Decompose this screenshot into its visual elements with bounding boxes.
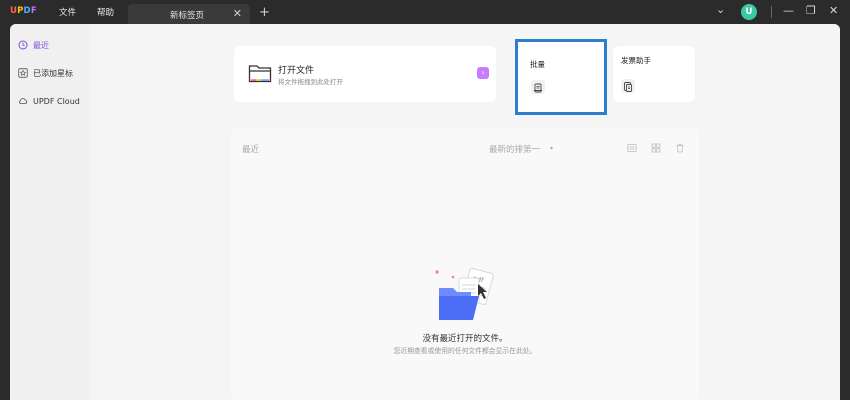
cloud-icon [19, 98, 28, 104]
open-file-card[interactable]: 打开文件 将文件拖拽到此处打开 › [234, 46, 496, 102]
empty-state-subtitle: 您近期查看或使用的任何文件都会显示在此处。 [393, 347, 537, 355]
tab-label: 新标签页 [170, 11, 205, 21]
tab-new[interactable]: 新标签页 ✕ [128, 4, 250, 24]
clock-icon [18, 40, 28, 50]
tab-close-icon[interactable]: ✕ [233, 7, 242, 20]
open-file-title: 打开文件 [278, 66, 315, 76]
sidebar-item-starred[interactable]: 已添加星标 [18, 65, 90, 81]
trash-icon[interactable] [675, 143, 685, 153]
batch-icon [531, 80, 545, 94]
batch-title: 批量 [530, 60, 545, 69]
star-icon [18, 68, 28, 78]
chevron-down-icon[interactable]: ⌄ [716, 3, 725, 16]
chevron-right-icon[interactable]: › [477, 67, 489, 79]
sort-dropdown[interactable]: 最新的排第一 [489, 143, 540, 155]
chevron-down-icon[interactable]: ▾ [550, 145, 553, 152]
recent-heading: 最近 [242, 145, 260, 155]
logo-letter: D [23, 6, 31, 16]
new-tab-button[interactable]: + [259, 5, 270, 20]
sidebar-item-recent[interactable]: 最近 [18, 37, 90, 53]
sidebar-item-label: UPDF Cloud [33, 96, 80, 106]
folder-icon [248, 65, 272, 83]
invoice-assistant-card[interactable]: 发票助手 [613, 46, 695, 102]
list-view-icon[interactable] [627, 143, 637, 153]
main-area: 打开文件 将文件拖拽到此处打开 › 批量 发票助手 最近 最新的排第一 ▾ 没有… [90, 24, 840, 400]
menu-file[interactable]: 文件 [59, 6, 76, 18]
avatar[interactable]: U [741, 4, 757, 20]
recent-files-panel: 最近 最新的排第一 ▾ pdf 没有最近打开的文件。 [231, 128, 699, 400]
restore-button[interactable]: ❐ [806, 4, 816, 17]
invoice-title: 发票助手 [621, 56, 651, 65]
empty-state-title: 没有最近打开的文件。 [422, 334, 508, 344]
close-button[interactable]: ✕ [829, 4, 838, 17]
sidebar-item-label: 最近 [33, 40, 49, 50]
sidebar-item-cloud[interactable]: UPDF Cloud [18, 93, 90, 109]
batch-card[interactable]: 批量 [515, 39, 607, 115]
logo-letter: F [30, 6, 37, 16]
invoice-icon [621, 79, 635, 93]
sidebar: 最近 已添加星标 UPDF Cloud [10, 24, 90, 400]
empty-folder-illustration: pdf [435, 267, 494, 320]
menu-help[interactable]: 帮助 [97, 6, 114, 18]
sidebar-item-label: 已添加星标 [33, 68, 73, 78]
app-logo: UPDF [10, 6, 37, 16]
title-bar: UPDF 文件 帮助 新标签页 ✕ + ⌄ U — ❐ ✕ [0, 0, 850, 24]
open-file-subtitle: 将文件拖拽到此处打开 [278, 78, 343, 86]
grid-view-icon[interactable] [651, 143, 661, 153]
divider [771, 6, 772, 18]
minimize-button[interactable]: — [783, 4, 794, 17]
app-window: 最近 已添加星标 UPDF Cloud 打开文件 将文件拖拽到此处打开 › 批量… [10, 24, 840, 400]
